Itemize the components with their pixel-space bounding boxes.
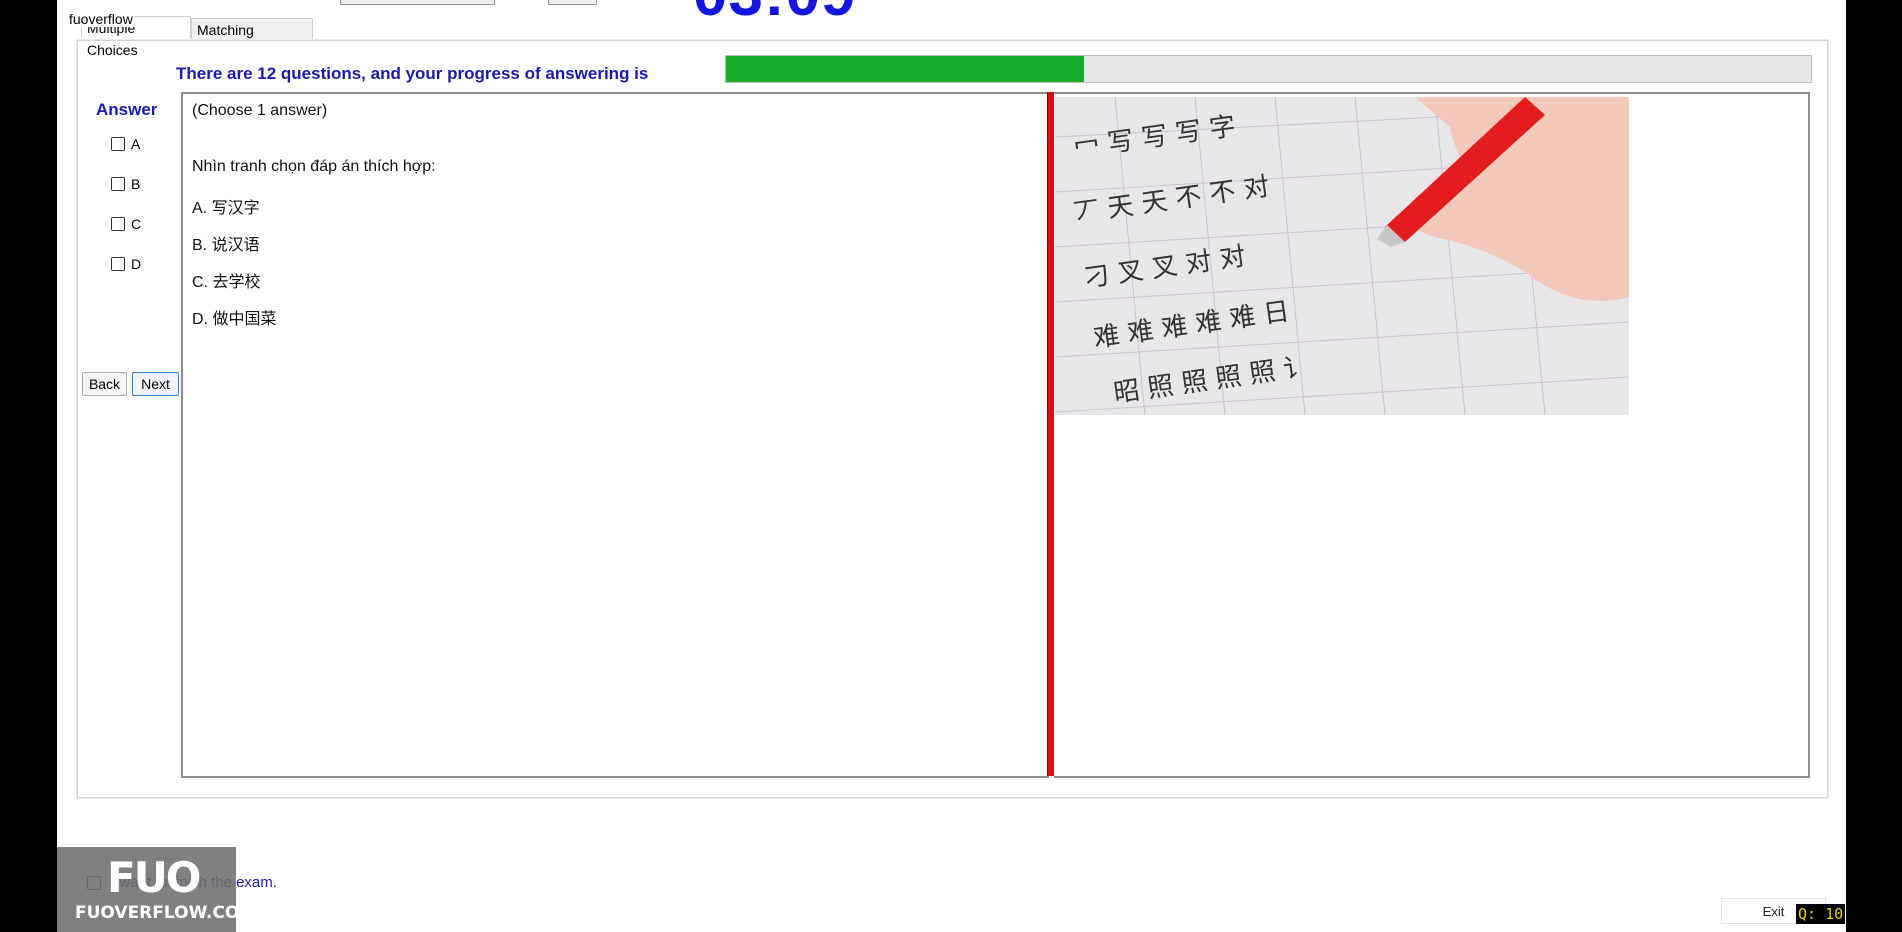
answer-option-label: D xyxy=(131,256,142,272)
top-input-field[interactable] xyxy=(340,0,495,5)
question-counter: Q: 10 xyxy=(1796,904,1846,924)
image-pane: 冖 写 写 写 字 丆 天 天 不 不 对 刁 叉 叉 对 对 难 难 难 难 … xyxy=(1054,92,1810,778)
answer-option-label: B xyxy=(131,176,141,192)
progress-bar xyxy=(725,55,1812,83)
answer-option-label: C xyxy=(131,216,142,232)
checkbox-d[interactable] xyxy=(111,257,125,271)
countdown-timer: 03:09 xyxy=(693,0,857,26)
answer-option-d[interactable]: D xyxy=(111,256,141,272)
question-instruction: (Choose 1 answer) xyxy=(192,102,328,119)
back-button[interactable]: Back xyxy=(82,372,127,396)
checkbox-c[interactable] xyxy=(111,217,125,231)
progress-label: There are 12 questions, and your progres… xyxy=(176,64,649,83)
tab-matching[interactable]: Matching xyxy=(191,18,313,40)
answer-title: Answer xyxy=(96,100,158,119)
progress-fill xyxy=(726,56,1085,82)
top-small-field[interactable] xyxy=(548,0,597,5)
answer-option-a[interactable]: A xyxy=(111,136,140,152)
question-choice-a: A. 写汉字 xyxy=(192,200,260,217)
answer-option-b[interactable]: B xyxy=(111,176,140,192)
next-button[interactable]: Next xyxy=(132,372,179,396)
question-choice-b: B. 说汉语 xyxy=(192,237,260,254)
checkbox-a[interactable] xyxy=(111,137,125,151)
watermark: FUO FUOVERFLOW.COM xyxy=(57,847,256,932)
question-choice-d: D. 做中国菜 xyxy=(192,311,277,328)
handwriting-chinese-photo: 冖 写 写 写 字 丆 天 天 不 不 对 刁 叉 叉 对 对 难 难 难 难 … xyxy=(1055,97,1629,415)
watermark-text: FUOVERFLOW.COM xyxy=(75,903,257,923)
exam-window: fuoverflow 03:09 Multiple Choices Matchi… xyxy=(57,0,1846,932)
question-choice-c: C. 去学校 xyxy=(192,274,261,291)
watermark-logo-icon: FUO xyxy=(107,853,201,902)
app-label: fuoverflow xyxy=(68,11,134,27)
answer-option-label: A xyxy=(131,136,141,152)
question-prompt: Nhìn tranh chọn đáp án thích hợp: xyxy=(192,158,436,175)
question-pane: (Choose 1 answer) Nhìn tranh chọn đáp án… xyxy=(181,92,1049,778)
checkbox-b[interactable] xyxy=(111,177,125,191)
answer-option-c[interactable]: C xyxy=(111,216,141,232)
